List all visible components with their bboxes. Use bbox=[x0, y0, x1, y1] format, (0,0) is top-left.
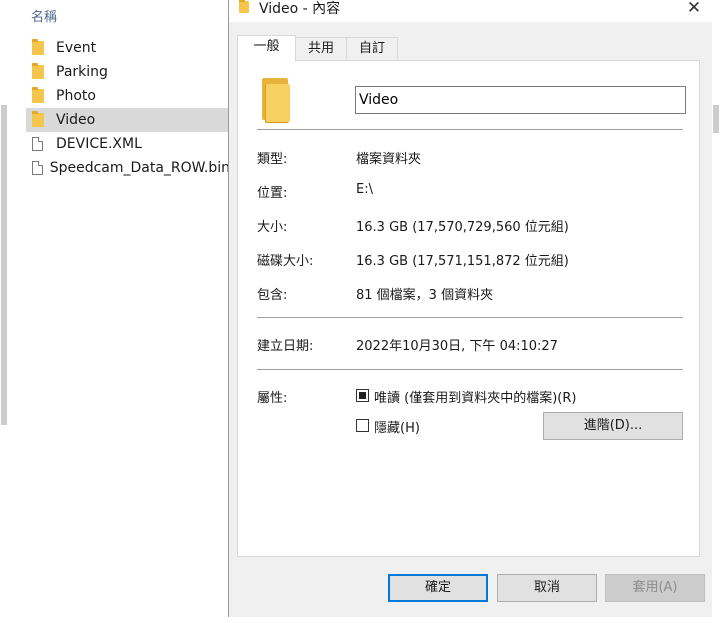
disk-size-label: 磁碟大小: bbox=[257, 254, 314, 269]
apply-button[interactable]: 套用(A) bbox=[605, 574, 705, 602]
file-item-event[interactable]: Event bbox=[26, 36, 230, 60]
ok-button[interactable]: 確定 bbox=[388, 574, 488, 602]
file-item-label: Video bbox=[56, 112, 96, 128]
type-value: 檔案資料夾 bbox=[356, 152, 422, 167]
folder-icon-large bbox=[262, 78, 290, 122]
folder-icon bbox=[239, 0, 249, 17]
folder-icon bbox=[32, 63, 44, 79]
file-item-speedcam-bin[interactable]: Speedcam_Data_ROW.bin bbox=[26, 156, 230, 180]
tab-sharing[interactable]: 共用 bbox=[295, 37, 347, 60]
divider bbox=[257, 317, 683, 318]
file-item-photo[interactable]: Photo bbox=[26, 84, 230, 108]
location-label: 位置: bbox=[257, 186, 288, 201]
tab-customize[interactable]: 自訂 bbox=[346, 37, 398, 60]
tab-general[interactable]: 一般 bbox=[237, 35, 296, 62]
attributes-label: 屬性: bbox=[257, 391, 288, 406]
divider bbox=[257, 129, 683, 130]
right-scrollbar[interactable] bbox=[712, 0, 720, 617]
hidden-label[interactable]: 隱藏(H) bbox=[374, 417, 420, 436]
folder-icon bbox=[32, 111, 44, 127]
created-label: 建立日期: bbox=[257, 339, 314, 354]
left-scrollbar[interactable] bbox=[0, 0, 8, 617]
file-item-parking[interactable]: Parking bbox=[26, 60, 230, 84]
file-item-label: Speedcam_Data_ROW.bin bbox=[49, 160, 230, 176]
folder-name-input[interactable] bbox=[355, 86, 686, 114]
file-item-video[interactable]: Video bbox=[26, 108, 230, 132]
folder-icon bbox=[32, 39, 44, 55]
readonly-checkbox[interactable] bbox=[356, 389, 369, 402]
file-item-label: Parking bbox=[56, 64, 108, 80]
folder-icon bbox=[32, 87, 44, 103]
file-item-label: Photo bbox=[56, 88, 96, 104]
readonly-label[interactable]: 唯讀 (僅套用到資料夾中的檔案)(R) bbox=[374, 387, 576, 406]
contains-value: 81 個檔案，3 個資料夾 bbox=[356, 288, 494, 303]
cancel-button[interactable]: 取消 bbox=[497, 574, 597, 602]
document-icon bbox=[32, 161, 43, 175]
close-icon[interactable]: ✕ bbox=[681, 0, 707, 19]
divider bbox=[257, 369, 683, 370]
dialog-title: Video - 內容 bbox=[259, 1, 341, 17]
contains-label: 包含: bbox=[257, 288, 288, 303]
advanced-button[interactable]: 進階(D)... bbox=[543, 412, 683, 440]
file-item-label: DEVICE.XML bbox=[56, 136, 142, 152]
left-scrollbar-thumb[interactable] bbox=[1, 105, 7, 425]
created-value: 2022年10月30日, 下午 04:10:27 bbox=[356, 339, 558, 354]
general-panel bbox=[237, 60, 700, 557]
file-item-device-xml[interactable]: DEVICE.XML bbox=[26, 132, 230, 156]
title-bar[interactable]: Video - 內容 ✕ bbox=[229, 0, 713, 22]
document-icon bbox=[32, 137, 43, 151]
name-column-header[interactable]: 名稱 bbox=[31, 6, 57, 25]
right-scrollbar-thumb[interactable] bbox=[713, 105, 719, 133]
type-label: 類型: bbox=[257, 152, 288, 167]
disk-size-value: 16.3 GB (17,571,151,872 位元組) bbox=[356, 254, 569, 269]
file-item-label: Event bbox=[56, 40, 97, 56]
size-label: 大小: bbox=[257, 220, 288, 235]
hidden-checkbox[interactable] bbox=[356, 419, 369, 432]
location-value: E:\ bbox=[356, 182, 373, 197]
size-value: 16.3 GB (17,570,729,560 位元組) bbox=[356, 220, 569, 235]
